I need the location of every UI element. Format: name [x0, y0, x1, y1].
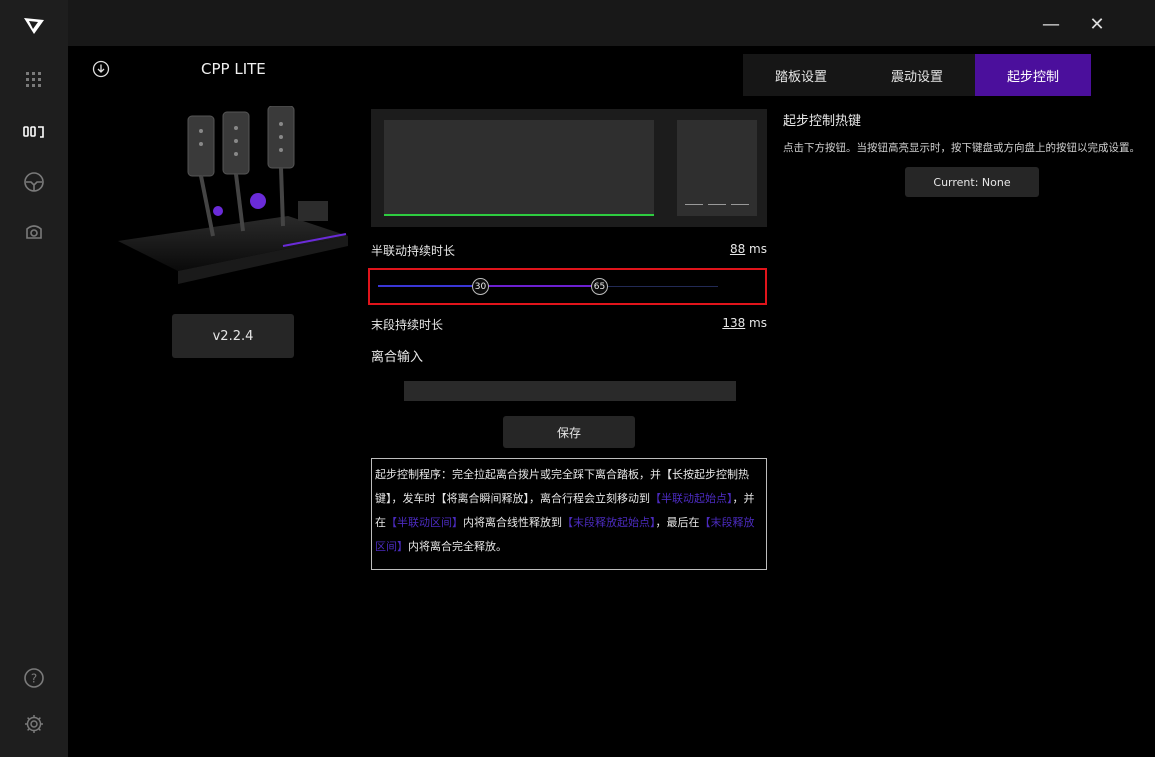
bar-marker [708, 204, 726, 205]
hotkey-title: 起步控制热键 [783, 114, 862, 129]
device-name: CPP LITE [201, 60, 266, 78]
half-link-duration-number[interactable]: 88 [730, 242, 745, 256]
description-highlight: 【半联动区间】 [386, 516, 463, 529]
description-text: 内将离合线性释放到 [463, 516, 562, 529]
half-link-duration-label: 半联动持续时长 [371, 244, 456, 258]
hotkey-current-button[interactable]: Current: None [905, 167, 1039, 197]
firmware-version-button[interactable]: v2.2.4 [172, 314, 294, 358]
half-link-duration-unit: ms [749, 242, 767, 256]
grid-icon[interactable] [22, 68, 46, 92]
end-duration-unit: ms [749, 316, 767, 330]
description-text: ，最后在 [655, 516, 700, 529]
end-duration-value: 138 ms [698, 316, 767, 330]
main-content: CPP LITE v2.2.4 踏板设置 震动设置 起步控制 半联动持续时长 8… [68, 46, 1155, 757]
base-icon[interactable] [22, 220, 46, 244]
svg-text:?: ? [31, 672, 37, 686]
hotkey-instruction: 点击下方按钮。当按钮高亮显示时，按下键盘或方向盘上的按钮以完成设置。 [783, 142, 1140, 154]
description-text: 内将离合完全释放。 [408, 540, 507, 553]
steering-wheel-icon[interactable] [22, 170, 46, 194]
clutch-input-bar-horizontal [404, 381, 736, 401]
slider-thumb-high[interactable]: 65 [591, 278, 608, 295]
save-button[interactable]: 保存 [503, 416, 635, 448]
clutch-input-bar [677, 120, 757, 216]
slider-segment-end [480, 285, 599, 287]
half-link-duration-value: 88 ms [708, 242, 767, 256]
slider-track[interactable]: 30 65 [378, 278, 718, 295]
description-highlight: 【半联动起始点】 [650, 492, 733, 505]
title-bar: — ✕ [68, 0, 1155, 46]
clutch-graph-panel [371, 109, 767, 227]
tab-pedal-settings[interactable]: 踏板设置 [743, 54, 859, 96]
bar-marker [731, 204, 749, 205]
logo-icon[interactable] [22, 14, 46, 38]
help-icon[interactable]: ? [22, 666, 46, 690]
download-icon[interactable] [92, 60, 110, 78]
tab-vibration-settings[interactable]: 震动设置 [859, 54, 975, 96]
graph-line [384, 214, 654, 216]
description-highlight: 【末段释放起始点】 [562, 516, 656, 529]
gear-icon[interactable] [22, 712, 46, 736]
clutch-input-label: 离合输入 [371, 350, 424, 365]
pedals-icon[interactable] [22, 120, 46, 144]
end-duration-label: 末段持续时长 [371, 318, 444, 332]
tab-launch-control[interactable]: 起步控制 [975, 54, 1091, 96]
launch-control-description: 起步控制程序：完全拉起离合拨片或完全踩下离合踏板，并【长按起步控制热键】，发车时… [371, 458, 767, 570]
clutch-graph [384, 120, 654, 216]
bar-marker [685, 204, 703, 205]
end-duration-number[interactable]: 138 [722, 316, 745, 330]
pedal-product-image [118, 105, 348, 286]
slider-thumb-low[interactable]: 30 [472, 278, 489, 295]
minimize-button[interactable]: — [1040, 13, 1062, 35]
sidebar: ? [0, 0, 68, 757]
release-range-slider-frame: 30 65 [368, 268, 767, 305]
close-button[interactable]: ✕ [1086, 13, 1108, 35]
slider-segment-half-link [378, 285, 480, 287]
